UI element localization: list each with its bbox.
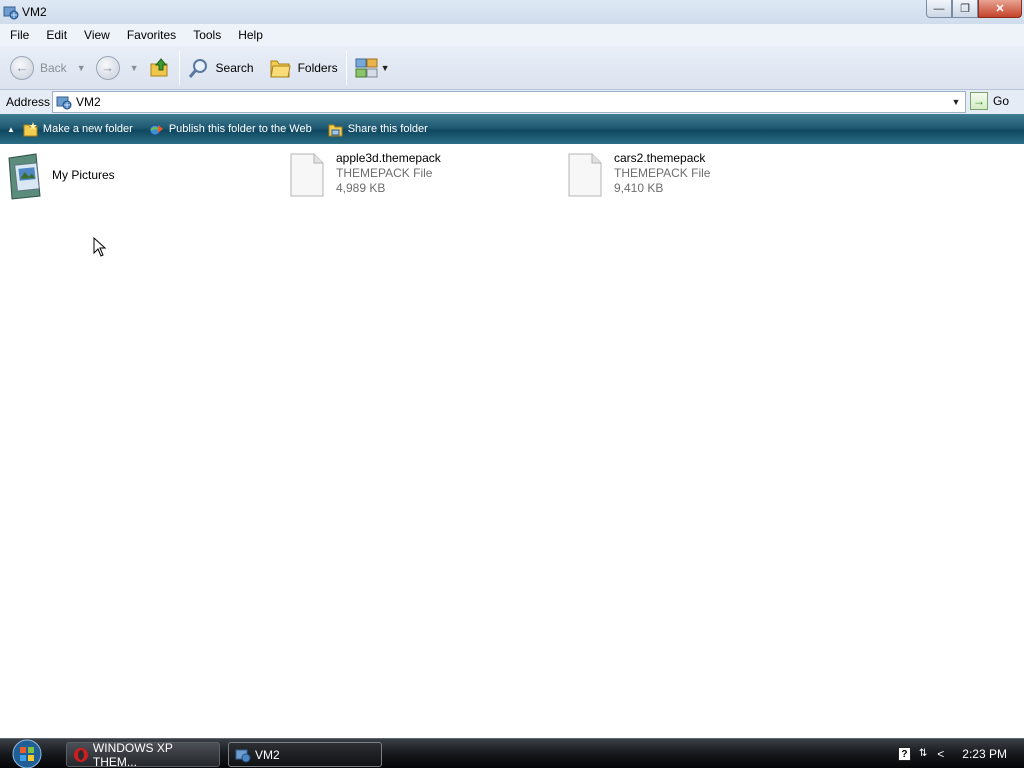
generic-file-icon <box>290 153 324 197</box>
menu-edit[interactable]: Edit <box>39 28 74 42</box>
new-folder-icon <box>23 121 38 136</box>
back-label: Back <box>40 60 67 75</box>
taskbar-button-opera[interactable]: WINDOWS XP THEM... <box>66 740 220 768</box>
address-label: Address <box>6 95 51 109</box>
address-dropdown-icon[interactable]: ▼ <box>947 92 965 112</box>
go-arrow-icon: → <box>970 92 988 110</box>
views-dropdown-icon: ▼ <box>380 62 390 73</box>
toolbar: ← Back ▼ → ▼ Search Folders ▼ <box>0 46 1024 90</box>
minimize-icon: — <box>933 2 945 15</box>
back-button[interactable]: ← Back <box>6 50 71 86</box>
start-orb-icon[interactable] <box>9 739 45 768</box>
opera-icon <box>73 747 88 762</box>
file-item-apple3d[interactable]: apple3d.themepack THEMEPACK File 4,989 K… <box>290 151 441 197</box>
back-dropdown-icon[interactable]: ▼ <box>77 63 86 73</box>
folder-up-icon <box>150 57 168 76</box>
system-tray: ? ⇅ < 2:23 PM <box>897 739 1024 768</box>
collapse-chevron-icon[interactable]: ▲ <box>7 125 15 134</box>
folder-item-my-pictures[interactable]: My Pictures <box>6 152 115 200</box>
item-size: 4,989 KB <box>336 181 386 195</box>
make-new-folder-label: Make a new folder <box>42 123 133 135</box>
item-type: THEMEPACK File <box>336 166 433 180</box>
item-name: apple3d.themepack <box>336 151 441 165</box>
search-label: Search <box>215 60 254 75</box>
taskbar-button-label: WINDOWS XP THEM... <box>92 740 173 768</box>
address-field[interactable]: VM2 ▼ <box>52 91 966 113</box>
toolbar-separator <box>345 50 347 85</box>
publish-web-icon <box>149 124 163 135</box>
up-button[interactable] <box>145 50 175 86</box>
folders-button[interactable]: Folders <box>264 50 342 86</box>
folders-label: Folders <box>297 60 338 75</box>
search-button[interactable]: Search <box>184 50 258 86</box>
taskbar-button-vm2[interactable]: VM2 <box>228 742 382 767</box>
show-hidden-icons-icon[interactable]: < <box>937 747 944 761</box>
go-button[interactable]: → Go <box>970 92 1009 110</box>
menu-bar: File Edit View Favorites Tools Help <box>0 24 1024 46</box>
windows-taskbar: WINDOWS XP THEM... VM2 ? ⇅ < 2:23 PM <box>0 738 1024 768</box>
search-icon <box>188 57 210 79</box>
address-value: VM2 <box>76 95 101 109</box>
taskbar-button-label: VM2 <box>255 747 280 762</box>
network-folder-icon <box>235 749 251 762</box>
forward-arrow-icon: → <box>95 55 120 80</box>
forward-button[interactable]: → <box>92 50 124 86</box>
publish-folder-label: Publish this folder to the Web <box>168 123 312 135</box>
file-item-cars2[interactable]: cars2.themepack THEMEPACK File 9,410 KB <box>568 151 711 197</box>
restore-button[interactable]: ❐ <box>952 0 978 18</box>
item-size: 9,410 KB <box>614 181 664 195</box>
network-folder-icon <box>56 96 72 110</box>
views-icon <box>355 57 379 79</box>
title-bar: VM2 — ❐ ✕ <box>0 0 1024 24</box>
menu-favorites[interactable]: Favorites <box>120 28 183 42</box>
close-button[interactable]: ✕ <box>978 0 1022 18</box>
toolbar-separator <box>178 50 180 85</box>
file-list: My Pictures apple3d.themepack THEMEPACK … <box>0 144 1024 738</box>
network-folder-icon <box>3 6 19 20</box>
network-arrows-icon[interactable]: ⇅ <box>919 749 927 759</box>
minimize-button[interactable]: — <box>926 0 952 18</box>
forward-dropdown-icon[interactable]: ▼ <box>130 63 139 73</box>
share-folder-link[interactable]: Share this folder <box>328 122 428 137</box>
pictures-folder-icon <box>8 153 41 200</box>
generic-file-icon <box>568 153 602 197</box>
share-folder-icon <box>328 124 343 136</box>
close-icon: ✕ <box>995 3 1005 15</box>
clock[interactable]: 2:23 PM <box>962 747 1007 761</box>
share-folder-label: Share this folder <box>347 123 428 135</box>
help-icon[interactable]: ? <box>897 747 911 761</box>
menu-view[interactable]: View <box>77 28 117 42</box>
menu-help[interactable]: Help <box>231 28 270 42</box>
views-button[interactable]: ▼ <box>351 50 400 86</box>
publish-folder-link[interactable]: Publish this folder to the Web <box>149 122 312 137</box>
folder-tasks-bar: ▲ Make a new folder Publish this folder … <box>0 114 1024 144</box>
go-label: Go <box>993 94 1010 108</box>
back-arrow-icon: ← <box>10 55 34 80</box>
item-type: THEMEPACK File <box>614 166 711 180</box>
address-bar: Address VM2 ▼ → Go <box>0 90 1024 114</box>
item-name: My Pictures <box>52 168 115 182</box>
window-title: VM2 <box>22 5 47 19</box>
restore-icon: ❐ <box>960 3 970 15</box>
menu-tools[interactable]: Tools <box>186 28 228 42</box>
item-name: cars2.themepack <box>614 151 706 165</box>
mouse-cursor-icon <box>93 237 107 257</box>
make-new-folder-link[interactable]: Make a new folder <box>23 121 133 137</box>
menu-file[interactable]: File <box>3 28 36 42</box>
folders-icon <box>268 56 292 80</box>
